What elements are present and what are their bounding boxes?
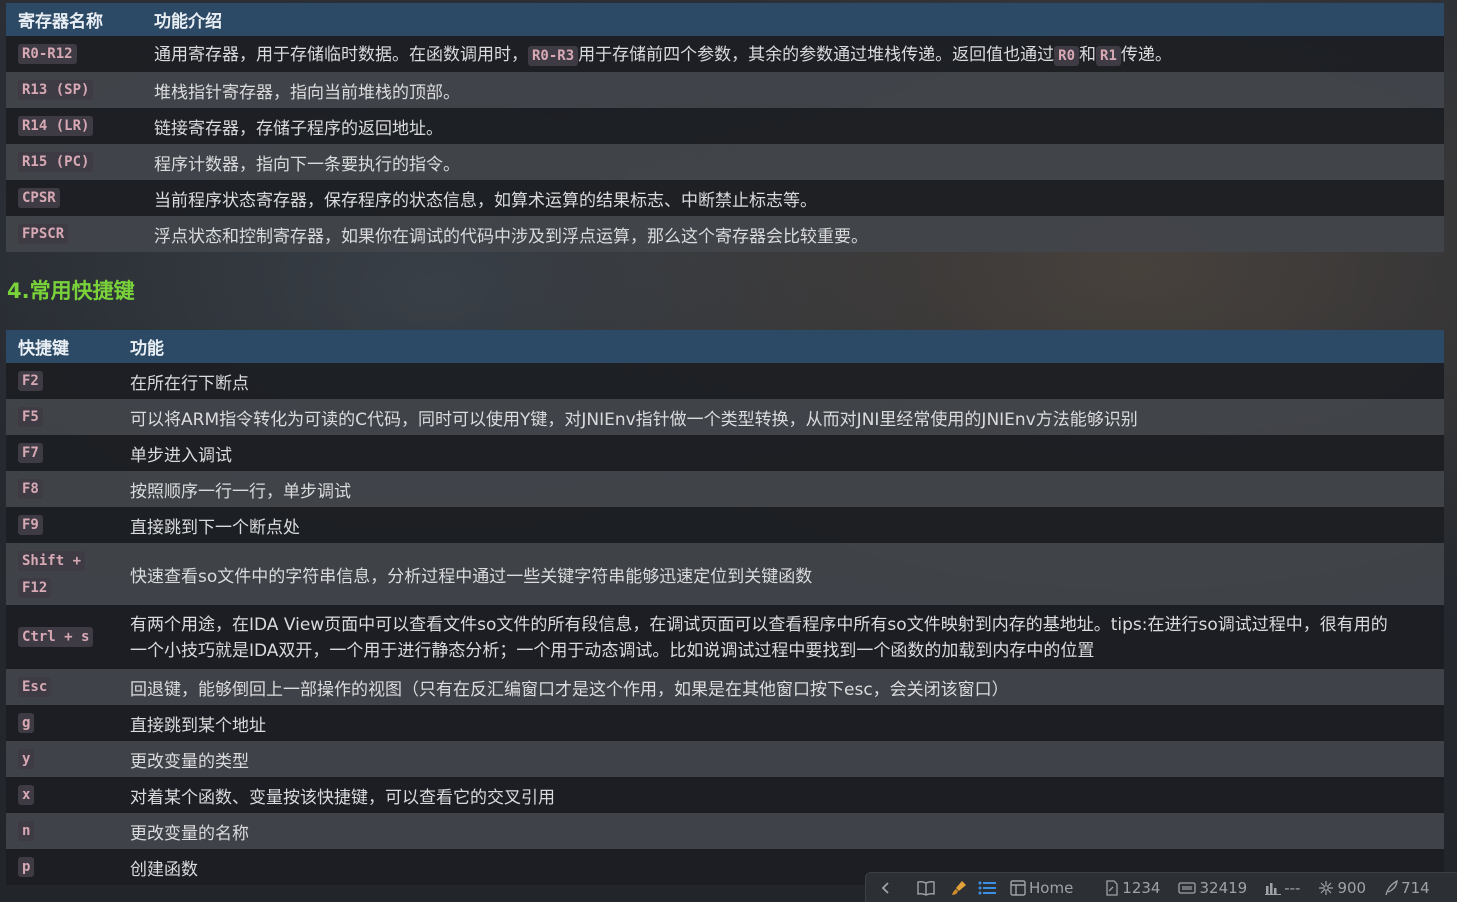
shortcut-key-line1: Shift + — [18, 551, 86, 571]
table-row: F9 直接跳到下一个断点处 — [6, 507, 1444, 543]
shortcut-key: y — [18, 749, 35, 769]
register-name: R0-R12 — [18, 44, 77, 64]
shortcut-description: 更改变量的类型 — [130, 751, 249, 772]
nodes-icon — [1319, 880, 1334, 895]
table-row: Ctrl + s 有两个用途，在IDA View页面中可以查看文件so文件的所有… — [6, 605, 1444, 669]
section-heading: 4.常用快捷键 — [7, 279, 135, 303]
shortcut-description: 在所在行下断点 — [130, 373, 249, 394]
document-body: 寄存器名称 功能介绍 R0-R12 通用寄存器，用于存储临时数据。在函数调用时，… — [6, 0, 1444, 885]
shortcut-key: F8 — [18, 479, 43, 499]
shortcut-description: 按照顺序一行一行，单步调试 — [130, 481, 351, 502]
shortcut-key: F9 — [18, 515, 43, 535]
shortcut-description: 可以将ARM指令转化为可读的C代码，同时可以使用Y键，对JNIEnv指针做一个类… — [130, 409, 1138, 430]
home-label: Home — [1029, 878, 1074, 897]
table-row: Shift + F12 快速查看so文件中的字符串信息，分析过程中通过一些关键字符… — [6, 543, 1444, 605]
register-table-header: 寄存器名称 功能介绍 — [6, 3, 1444, 36]
table-row: n 更改变量的名称 — [6, 813, 1444, 849]
table-row: R13 (SP) 堆栈指针寄存器，指向当前堆栈的顶部。 — [6, 72, 1444, 108]
table-row: FPSCR 浮点状态和控制寄存器，如果你在调试的代码中涉及到浮点运算，那么这个寄… — [6, 216, 1444, 252]
file-icon — [1106, 879, 1118, 896]
shortcut-description: 对着某个函数、变量按该快捷键，可以查看它的交叉引用 — [130, 787, 555, 808]
column-header-shortcut: 快捷键 — [18, 339, 69, 359]
shortcut-key: F5 — [18, 407, 43, 427]
table-row: Esc 回退键，能够倒回上一部操作的视图（只有在反汇编窗口才是这个作用，如果是在… — [6, 669, 1444, 705]
shortcut-key: F2 — [18, 371, 43, 391]
shortcut-key-line2: F12 — [18, 578, 52, 598]
status-bar: Home 1234 32419 --- 900 714 — [865, 872, 1457, 902]
shortcut-table: 快捷键 功能 F2 在所在行下断点 F5 可以将ARM指令转化为可读的C代码，同… — [6, 330, 1444, 885]
shortcut-key: p — [18, 857, 35, 877]
table-row: F8 按照顺序一行一行，单步调试 — [6, 471, 1444, 507]
shortcut-description: 直接跳到下一个断点处 — [130, 517, 300, 538]
register-name: R15 (PC) — [18, 152, 94, 172]
table-row: R0-R12 通用寄存器，用于存储临时数据。在函数调用时， R0-R3 用于存储前四… — [6, 36, 1444, 72]
table-row: R14 (LR) 链接寄存器，存储子程序的返回地址。 — [6, 108, 1444, 144]
shortcut-key: Esc — [18, 677, 52, 697]
book-icon — [917, 880, 935, 896]
table-row: g 直接跳到某个地址 — [6, 705, 1444, 741]
bar-chart-icon — [1265, 882, 1282, 895]
theme-button[interactable] — [950, 879, 968, 897]
chart-stat: --- — [1265, 879, 1300, 897]
shortcut-description: 更改变量的名称 — [130, 823, 249, 844]
keyboard-icon — [1178, 881, 1197, 894]
column-header-register-name: 寄存器名称 — [18, 12, 103, 32]
shortcut-description: 快速查看so文件中的字符串信息，分析过程中通过一些关键字符串能够迅速定位到关键函… — [130, 566, 813, 587]
register-name: FPSCR — [18, 224, 69, 244]
register-description: 堆栈指针寄存器，指向当前堆栈的顶部。 — [154, 82, 460, 103]
register-name: R14 (LR) — [18, 116, 94, 136]
shortcut-key: g — [18, 713, 35, 733]
register-description: 链接寄存器，存储子程序的返回地址。 — [154, 118, 443, 139]
home-button[interactable]: Home — [1010, 879, 1073, 897]
register-description: 程序计数器，指向下一条要执行的指令。 — [154, 154, 460, 175]
layout-icon — [1010, 879, 1026, 896]
shortcut-description: 单步进入调试 — [130, 445, 232, 466]
table-row: x 对着某个函数、变量按该快捷键，可以查看它的交叉引用 — [6, 777, 1444, 813]
table-row: F7 单步进入调试 — [6, 435, 1444, 471]
table-row: CPSR 当前程序状态寄存器，保存程序的状态信息，如算术运算的结果标志、中断禁止… — [6, 180, 1444, 216]
table-row: y 更改变量的类型 — [6, 741, 1444, 777]
node-count: 900 — [1318, 879, 1366, 897]
column-header-function: 功能 — [130, 339, 164, 359]
shortcut-table-header: 快捷键 功能 — [6, 330, 1444, 363]
register-description: 通用寄存器，用于存储临时数据。在函数调用时， R0-R3 用于存储前四个参数，其余的… — [154, 44, 1172, 66]
list-icon — [978, 881, 996, 894]
brush-icon — [952, 880, 966, 895]
register-table: 寄存器名称 功能介绍 R0-R12 通用寄存器，用于存储临时数据。在函数调用时，… — [6, 3, 1444, 252]
table-row: R15 (PC) 程序计数器，指向下一条要执行的指令。 — [6, 144, 1444, 180]
feather-icon — [1385, 879, 1398, 895]
shortcut-description: 有两个用途，在IDA View页面中可以查看文件so文件的所有段信息，在调试页面… — [130, 615, 1388, 661]
shortcut-key: F7 — [18, 443, 43, 463]
register-name: CPSR — [18, 188, 60, 208]
shortcut-key: n — [18, 821, 35, 841]
table-row: F2 在所在行下断点 — [6, 363, 1444, 399]
line-count: 1234 — [1105, 879, 1160, 897]
shortcut-key: Ctrl + s — [18, 627, 94, 647]
shortcut-key: x — [18, 785, 35, 805]
word-count: 32419 — [1178, 879, 1247, 897]
shortcut-description: 回退键，能够倒回上一部操作的视图（只有在反汇编窗口才是这个作用，如果是在其他窗口… — [130, 679, 1009, 700]
table-row: F5 可以将ARM指令转化为可读的C代码，同时可以使用Y键，对JNIEnv指针做… — [6, 399, 1444, 435]
outline-button[interactable] — [978, 880, 996, 896]
register-description: 当前程序状态寄存器，保存程序的状态信息，如算术运算的结果标志、中断禁止标志等。 — [154, 190, 817, 211]
link-count: 714 — [1384, 879, 1430, 897]
column-header-description: 功能介绍 — [154, 12, 222, 32]
register-description: 浮点状态和控制寄存器，如果你在调试的代码中涉及到浮点运算，那么这个寄存器会比较重… — [154, 226, 868, 247]
register-name: R13 (SP) — [18, 80, 94, 100]
shortcut-description: 直接跳到某个地址 — [130, 715, 266, 736]
chevron-left-icon — [881, 881, 889, 894]
collapse-button[interactable] — [880, 881, 892, 895]
reading-mode-button[interactable] — [916, 880, 936, 896]
